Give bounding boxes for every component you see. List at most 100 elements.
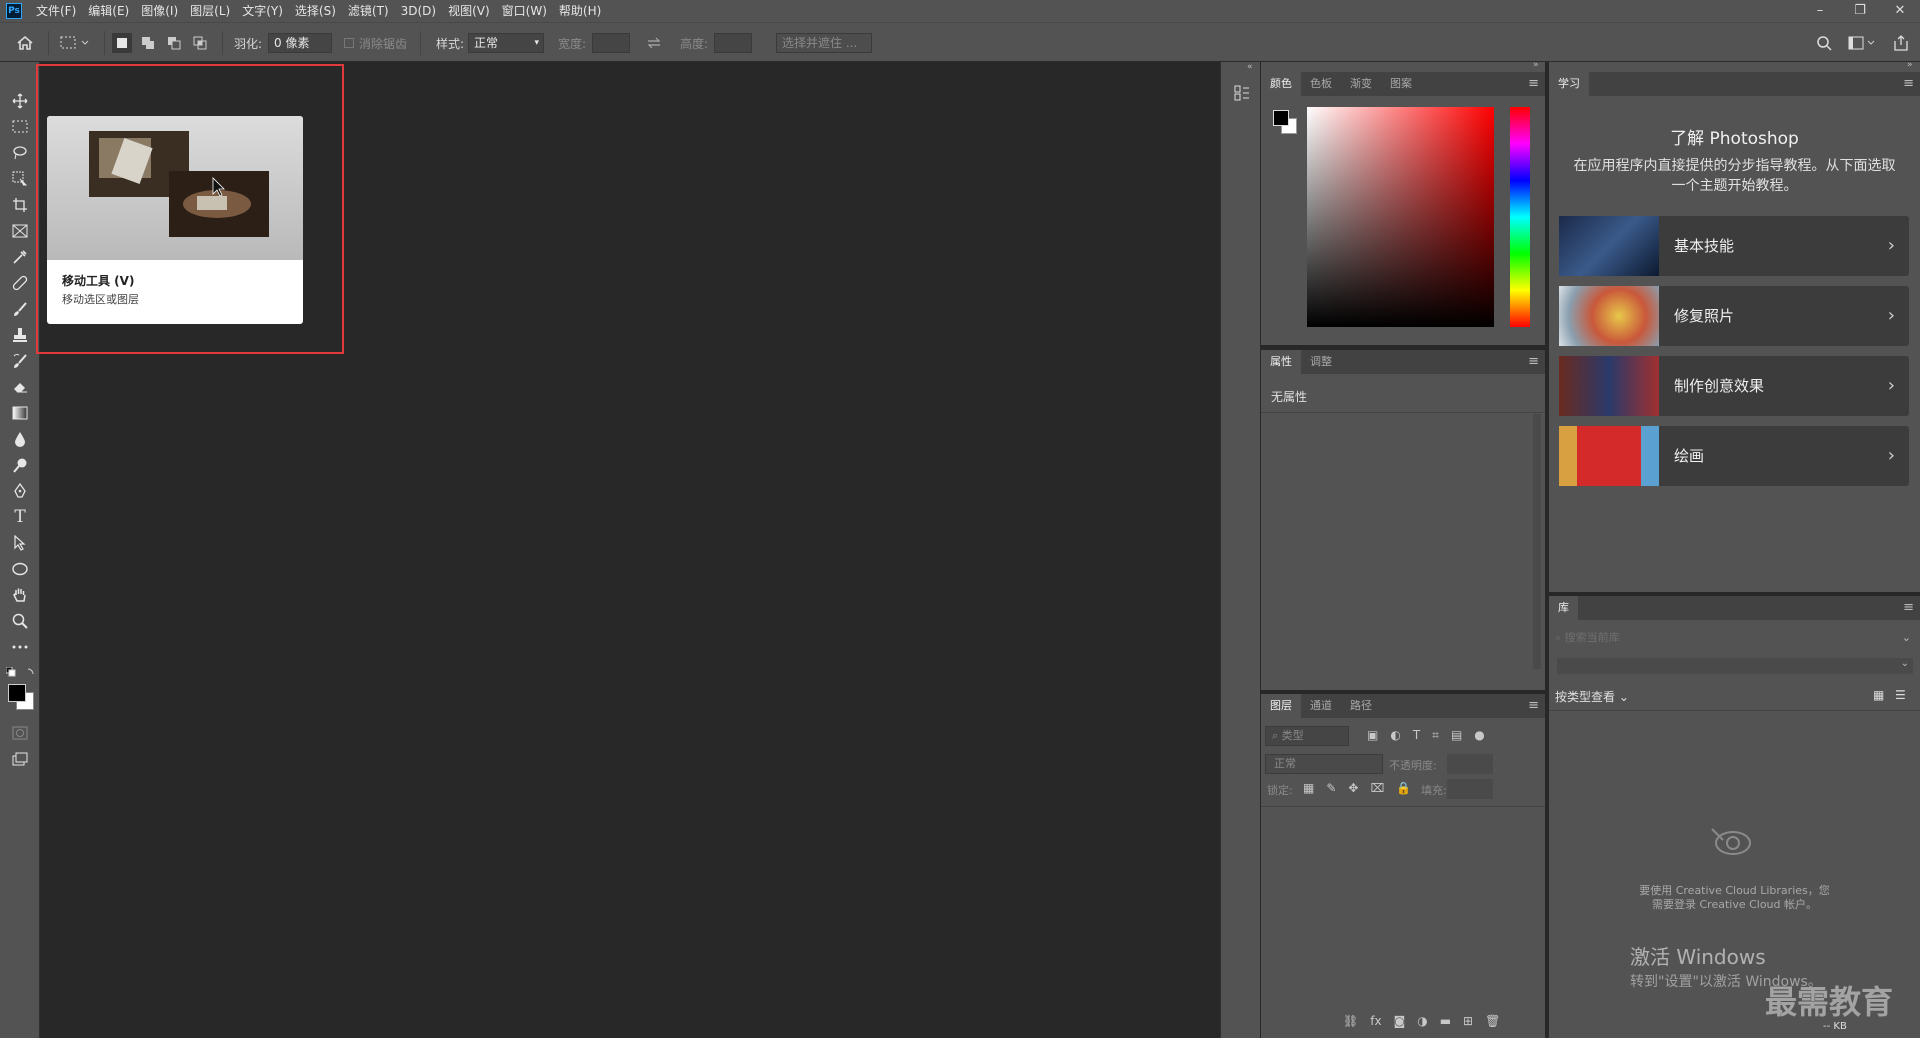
tab-learn[interactable]: 学习 (1549, 72, 1589, 96)
list-view-icon[interactable]: ☰ (1895, 688, 1906, 702)
history-brush-tool-icon[interactable] (8, 350, 32, 372)
lock-transparent-icon[interactable]: ▦ (1303, 781, 1314, 795)
library-select[interactable]: ⌄ (1557, 658, 1913, 674)
panel-menu-icon[interactable]: ≡ (1528, 698, 1539, 713)
type-tool-icon[interactable]: T (8, 506, 32, 528)
tab-libraries[interactable]: 库 (1549, 596, 1578, 620)
smart-object-filter-icon[interactable]: ▤ (1451, 728, 1462, 742)
marquee-tool-icon[interactable] (8, 116, 32, 138)
tab-adjustments[interactable]: 调整 (1301, 350, 1341, 374)
eyedropper-tool-icon[interactable] (8, 246, 32, 268)
intersect-selection-icon[interactable] (190, 33, 210, 53)
pen-tool-icon[interactable] (8, 480, 32, 502)
dodge-tool-icon[interactable] (8, 454, 32, 476)
feather-input[interactable]: 0 像素 (268, 33, 332, 53)
opacity-input[interactable] (1447, 754, 1493, 774)
expand-right-icon[interactable]: » (1907, 60, 1913, 70)
tab-layers[interactable]: 图层 (1261, 694, 1301, 718)
lock-artboard-icon[interactable]: ⌧ (1370, 781, 1384, 795)
panel-menu-icon[interactable]: ≡ (1528, 354, 1539, 369)
lock-pixels-icon[interactable]: ✎ (1326, 781, 1336, 795)
delete-layer-icon[interactable]: 🗑 (1485, 1014, 1500, 1028)
lock-all-icon[interactable]: 🔒 (1396, 781, 1411, 795)
menu-help[interactable]: 帮助(H) (553, 0, 607, 22)
menu-image[interactable]: 图像(I) (135, 0, 184, 22)
menu-window[interactable]: 窗口(W) (496, 0, 553, 22)
height-input[interactable] (714, 33, 752, 53)
tab-properties[interactable]: 属性 (1261, 350, 1301, 374)
add-selection-icon[interactable] (138, 33, 158, 53)
minimize-icon[interactable]: – (1800, 0, 1840, 22)
adjustment-layer-icon[interactable]: ◑ (1417, 1014, 1427, 1028)
learn-item-basic-skills[interactable]: 基本技能 › (1559, 216, 1909, 276)
menu-view[interactable]: 视图(V) (442, 0, 496, 22)
quick-mask-icon[interactable] (8, 722, 32, 744)
home-icon[interactable] (16, 23, 34, 63)
fx-icon[interactable]: fx (1370, 1014, 1381, 1028)
tab-swatches[interactable]: 色板 (1301, 72, 1341, 96)
lock-position-icon[interactable]: ✥ (1348, 781, 1358, 795)
menu-type[interactable]: 文字(Y) (236, 0, 289, 22)
close-icon[interactable]: ✕ (1880, 0, 1920, 22)
crop-tool-icon[interactable] (8, 194, 32, 216)
learn-item-painting[interactable]: 绘画 › (1559, 426, 1909, 486)
menu-file[interactable]: 文件(F) (30, 0, 82, 22)
shape-filter-icon[interactable]: ⌗ (1432, 728, 1439, 743)
color-foreground-swatch[interactable] (1273, 110, 1289, 126)
learn-item-fix-photo[interactable]: 修复照片 › (1559, 286, 1909, 346)
hue-slider[interactable] (1510, 107, 1530, 327)
style-select[interactable]: 正常 ▾ (468, 33, 544, 53)
history-panel-icon[interactable] (1233, 84, 1253, 104)
panel-menu-icon[interactable]: ≡ (1903, 600, 1914, 615)
collapse-left-icon[interactable]: « (1247, 62, 1253, 72)
type-filter-icon[interactable]: T (1413, 728, 1420, 742)
brush-tool-icon[interactable] (8, 298, 32, 320)
grid-view-icon[interactable]: ▦ (1873, 688, 1884, 702)
frame-tool-icon[interactable] (8, 220, 32, 242)
foreground-color-swatch[interactable] (8, 684, 26, 702)
layer-filter-select[interactable]: ⌕ 类型 (1265, 726, 1349, 746)
workspace-icon[interactable] (1848, 23, 1876, 63)
tab-gradients[interactable]: 渐变 (1341, 72, 1381, 96)
adjustment-filter-icon[interactable]: ◐ (1390, 728, 1400, 742)
zoom-tool-icon[interactable] (8, 610, 32, 632)
pixel-filter-icon[interactable]: ▣ (1367, 728, 1378, 742)
menu-select[interactable]: 选择(S) (289, 0, 342, 22)
object-selection-tool-icon[interactable] (8, 168, 32, 190)
select-and-mask-button[interactable]: 选择并遮住 ... (776, 33, 872, 53)
share-icon[interactable] (1894, 23, 1908, 63)
color-picker-field[interactable] (1307, 107, 1494, 327)
new-layer-icon[interactable]: ⊞ (1463, 1014, 1473, 1028)
search-icon[interactable] (1816, 23, 1832, 63)
blur-tool-icon[interactable] (8, 428, 32, 450)
menu-layer[interactable]: 图层(L) (184, 0, 236, 22)
properties-scrollbar[interactable] (1533, 414, 1541, 669)
tab-patterns[interactable]: 图案 (1381, 72, 1421, 96)
menu-edit[interactable]: 编辑(E) (82, 0, 135, 22)
add-mask-icon[interactable]: ◙ (1394, 1014, 1406, 1028)
new-selection-icon[interactable] (112, 33, 132, 53)
restore-icon[interactable]: ❐ (1840, 0, 1880, 22)
gradient-tool-icon[interactable] (8, 402, 32, 424)
subtract-selection-icon[interactable] (164, 33, 184, 53)
menu-filter[interactable]: 滤镜(T) (342, 0, 395, 22)
swap-icon[interactable] (646, 23, 662, 63)
clone-stamp-tool-icon[interactable] (8, 324, 32, 346)
more-tools-icon[interactable] (8, 636, 32, 658)
learn-item-creative-effects[interactable]: 制作创意效果 › (1559, 356, 1909, 416)
link-layers-icon[interactable]: ⛓ (1343, 1014, 1358, 1028)
view-by-dropdown[interactable]: 按类型查看 ⌄ (1555, 688, 1629, 705)
antialias-checkbox[interactable]: 消除锯齿 (344, 23, 407, 63)
path-selection-tool-icon[interactable] (8, 532, 32, 554)
menu-3d[interactable]: 3D(D) (395, 0, 442, 22)
blend-mode-select[interactable]: 正常 (1265, 754, 1383, 774)
panel-menu-icon[interactable]: ≡ (1903, 76, 1914, 91)
move-tool-icon[interactable] (8, 90, 32, 112)
screen-mode-icon[interactable] (8, 748, 32, 770)
fill-input[interactable] (1447, 779, 1493, 799)
healing-brush-tool-icon[interactable] (8, 272, 32, 294)
hand-tool-icon[interactable] (8, 584, 32, 606)
ellipse-tool-icon[interactable] (8, 558, 32, 580)
default-colors-icon[interactable] (5, 666, 36, 684)
tab-paths[interactable]: 路径 (1341, 694, 1381, 718)
